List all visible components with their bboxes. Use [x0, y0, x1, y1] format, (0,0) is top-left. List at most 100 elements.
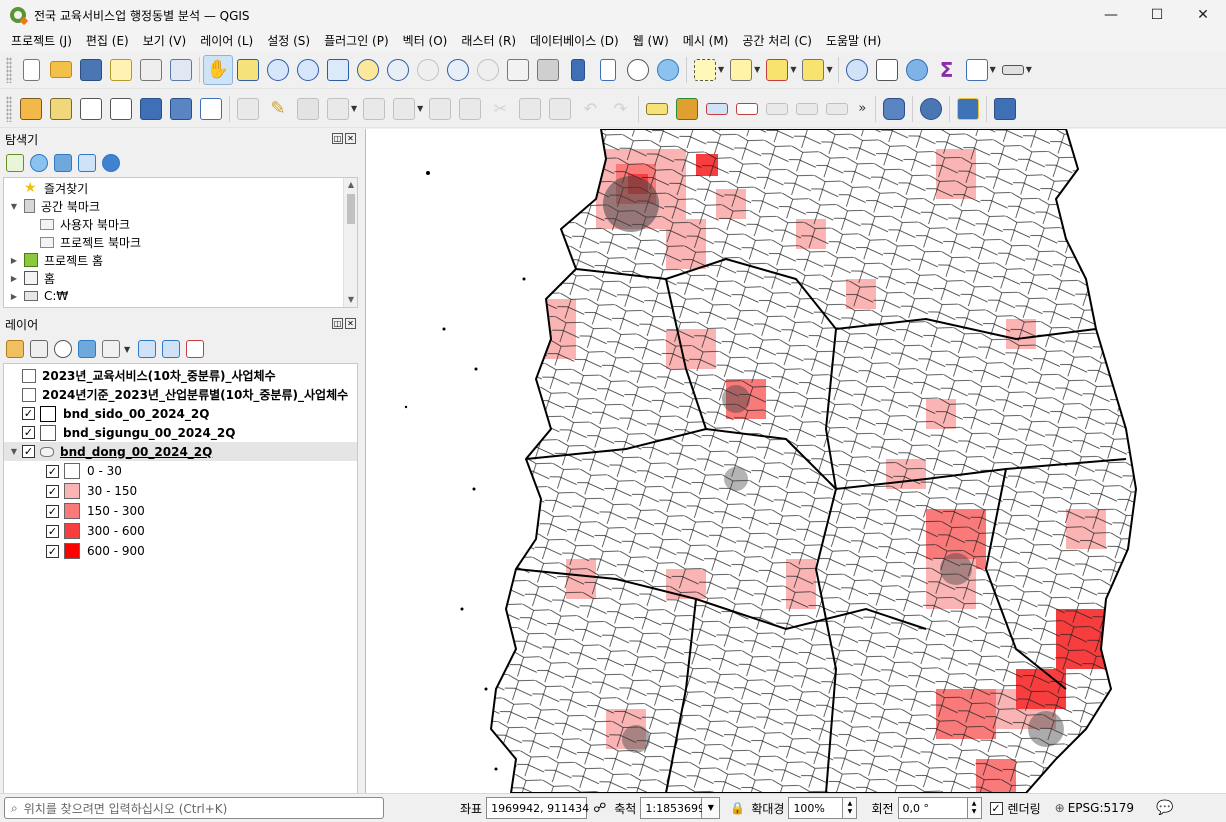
zoom-out-button[interactable] — [293, 55, 323, 85]
crs-globe-icon[interactable]: ⊕ — [1055, 801, 1065, 815]
add-vector-layer-button[interactable] — [46, 94, 76, 124]
new-map-view-button[interactable] — [503, 55, 533, 85]
render-checkbox[interactable]: ✓ — [989, 801, 1003, 815]
scroll-thumb[interactable] — [347, 194, 355, 224]
menu-help[interactable]: 도움말 (H) — [819, 32, 888, 49]
copy-features-button[interactable] — [515, 94, 545, 124]
toolbar-grip[interactable] — [6, 56, 12, 83]
float-panel-button[interactable]: ◫ — [332, 133, 343, 144]
database-button[interactable] — [879, 94, 909, 124]
menu-edit[interactable]: 편집 (E) — [79, 32, 136, 49]
refresh-icon[interactable] — [30, 154, 48, 172]
menu-mesh[interactable]: 메시 (M) — [676, 32, 736, 49]
add-grid-layer-button[interactable] — [166, 94, 196, 124]
browser-item-project-bookmarks[interactable]: 프로젝트 북마크 — [4, 233, 357, 251]
scroll-down-icon[interactable]: ▼ — [344, 293, 357, 307]
undo-button[interactable]: ↶ — [575, 94, 605, 124]
float-panel-button[interactable]: ◫ — [332, 318, 343, 329]
select-features-button[interactable] — [690, 55, 720, 85]
coordinate-field[interactable]: 1969942, 911434 — [486, 797, 589, 819]
zoom-native-button[interactable] — [413, 55, 443, 85]
menu-plugins[interactable]: 플러그인 (P) — [317, 32, 396, 49]
legend-class-1[interactable]: ✓ 30 - 150 — [4, 481, 357, 501]
highlight-labels-button[interactable] — [732, 94, 762, 124]
info-icon[interactable] — [102, 154, 120, 172]
layer-row-sigungu[interactable]: ✓ bnd_sigungu_00_2024_2Q — [4, 423, 357, 442]
legend-class-4[interactable]: ✓ 600 - 900 — [4, 541, 357, 561]
add-polygon-button[interactable] — [359, 94, 389, 124]
menu-vector[interactable]: 벡터 (O) — [396, 32, 455, 49]
magnifier-spinner[interactable]: ▲ ▼ — [843, 797, 858, 819]
legend-class-3[interactable]: ✓ 300 - 600 — [4, 521, 357, 541]
save-project-button[interactable] — [76, 55, 106, 85]
layer-visibility-checkbox[interactable]: ✓ — [22, 407, 35, 420]
new-print-layout-button[interactable] — [106, 55, 136, 85]
pan-map-button[interactable]: ✋ — [203, 54, 233, 85]
close-panel-button[interactable]: ✕ — [345, 133, 356, 144]
show-bookmarks-button[interactable] — [593, 55, 623, 85]
current-edits-button[interactable] — [233, 94, 263, 124]
select-by-expression-button[interactable] — [726, 55, 756, 85]
scale-dropdown[interactable]: ▼ — [702, 797, 721, 819]
coordinate-toggle-icon[interactable]: ☍ — [593, 801, 606, 816]
remove-layer-icon[interactable] — [186, 340, 205, 358]
filter-icon[interactable] — [54, 154, 72, 172]
manage-visibility-icon[interactable] — [54, 340, 72, 358]
class-visibility-checkbox[interactable]: ✓ — [46, 484, 59, 498]
change-label-button[interactable] — [822, 94, 852, 124]
layer-visibility-checkbox[interactable]: ✓ — [22, 426, 35, 439]
layer-row-dong[interactable]: ▼ ✓ bnd_dong_00_2024_2Q — [4, 442, 357, 461]
chevron-down-icon[interactable]: ▼ — [124, 345, 130, 354]
zoom-full-button[interactable] — [323, 55, 353, 85]
web-plugin-button[interactable] — [916, 94, 946, 124]
scroll-up-icon[interactable]: ▲ — [344, 178, 357, 192]
new-3d-view-button[interactable] — [533, 55, 563, 85]
collapse-all-icon[interactable] — [78, 154, 96, 172]
map-canvas[interactable] — [365, 129, 1226, 793]
refresh-button[interactable] — [653, 55, 683, 85]
new-project-button[interactable] — [16, 55, 46, 85]
filter-expression-icon[interactable] — [102, 340, 120, 358]
new-bookmark-button[interactable] — [563, 55, 593, 85]
locator-search[interactable]: ⌕ 위치를 찾으려면 입력하십시오 (Ctrl+K) — [4, 797, 384, 819]
zoom-to-selection-button[interactable] — [353, 55, 383, 85]
modify-attributes-button[interactable] — [425, 94, 455, 124]
cut-features-button[interactable]: ✂ — [485, 94, 515, 124]
pin-labels-button[interactable] — [702, 94, 732, 124]
deselect-features-button[interactable] — [762, 55, 792, 85]
browser-item-home[interactable]: ▶ 홈 — [4, 269, 357, 287]
expand-all-icon[interactable] — [138, 340, 157, 358]
rotation-spinner[interactable]: ▲ ▼ — [967, 797, 982, 819]
open-project-button[interactable] — [46, 55, 76, 85]
tree-expander[interactable]: ▶ — [8, 256, 20, 265]
class-visibility-checkbox[interactable]: ✓ — [46, 524, 59, 538]
zoom-last-button[interactable] — [443, 55, 473, 85]
menu-web[interactable]: 웹 (W) — [626, 32, 676, 49]
tree-expander[interactable]: ▶ — [8, 292, 20, 301]
layer-visibility-checkbox[interactable]: ✓ — [22, 445, 35, 458]
pan-to-selection-button[interactable] — [233, 55, 263, 85]
legend-class-0[interactable]: ✓ 0 - 30 — [4, 461, 357, 481]
redo-button[interactable]: ↷ — [605, 94, 635, 124]
menu-layer[interactable]: 레이어 (L) — [193, 32, 260, 49]
zoom-to-layer-button[interactable] — [383, 55, 413, 85]
chevron-down-icon[interactable]: ▼ — [718, 65, 724, 74]
layer-row-table-2023[interactable]: 2023년_교육서비스(10차_중분류)_사업체수 — [4, 366, 357, 385]
layout-manager-button[interactable] — [136, 55, 166, 85]
browser-item-project-home[interactable]: ▶ 프로젝트 홈 — [4, 251, 357, 269]
browser-item-spatial-bookmarks[interactable]: ▼ 공간 북마크 — [4, 197, 357, 215]
toolbox-button[interactable] — [902, 55, 932, 85]
class-visibility-checkbox[interactable]: ✓ — [46, 464, 59, 478]
help-button[interactable] — [990, 94, 1020, 124]
layer-diagram-button[interactable] — [672, 94, 702, 124]
select-by-location-button[interactable] — [798, 55, 828, 85]
digitize-button[interactable] — [323, 94, 353, 124]
minimize-button[interactable]: — — [1088, 0, 1134, 30]
magnifier-field[interactable]: 100% — [788, 797, 844, 819]
browser-item-favorites[interactable]: ★ 즐겨찾기 — [4, 179, 357, 197]
menu-raster[interactable]: 래스터 (R) — [454, 32, 523, 49]
toolbar-overflow-icon[interactable]: » — [858, 101, 866, 116]
scale-field[interactable]: 1:1853699 — [640, 797, 705, 819]
open-styling-icon[interactable] — [6, 340, 24, 358]
zoom-next-button[interactable] — [473, 55, 503, 85]
